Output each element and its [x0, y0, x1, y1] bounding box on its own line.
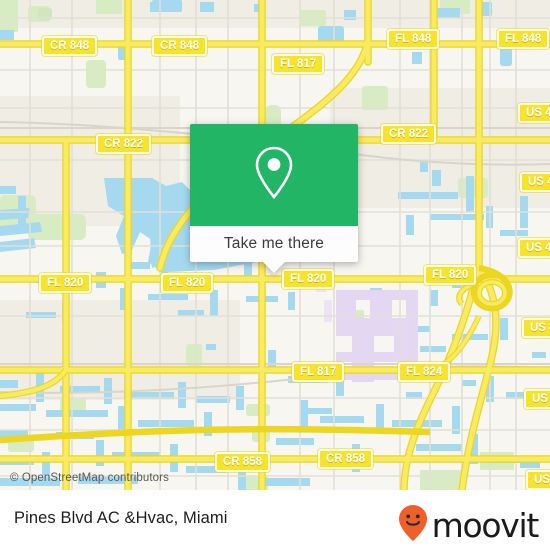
- take-me-there-label: Take me there: [223, 235, 325, 252]
- road-shield: CR 848: [42, 36, 97, 56]
- road-shield: CR 822: [381, 124, 436, 144]
- road-shield: US 441: [524, 389, 550, 409]
- road-shield: FL 848: [497, 29, 550, 49]
- road-shield: US 441: [520, 172, 550, 192]
- road-shield: FL 820: [161, 273, 214, 293]
- place-title: Pines Blvd AC &Hvac, Miami: [14, 509, 228, 527]
- location-popup-card[interactable]: Take me there: [190, 124, 358, 273]
- road-shield: FL 820: [282, 269, 335, 289]
- moovit-pin-smiley-icon: [398, 504, 428, 547]
- road-shield: FL 820: [424, 265, 477, 285]
- footer-bar: Pines Blvd AC &Hvac, Miami moovit: [0, 490, 550, 550]
- road-shield: US 441: [518, 103, 550, 123]
- road-shield: US 441: [522, 318, 550, 338]
- location-pin-icon: [251, 144, 297, 207]
- road-shield: FL 820: [39, 273, 92, 293]
- road-shield: US 441: [526, 470, 550, 490]
- road-shield: CR 848: [152, 36, 207, 56]
- moovit-map-screenshot: © OpenStreetMap contributors CR 848 CR 84…: [0, 0, 550, 550]
- map-attribution: © OpenStreetMap contributors: [10, 472, 169, 484]
- road-shield: CR 822: [96, 134, 151, 154]
- moovit-logo[interactable]: moovit: [398, 504, 540, 547]
- popup-action-bar[interactable]: Take me there: [190, 226, 358, 262]
- popup-image-panel: [190, 124, 358, 226]
- road-shield: CR 858: [215, 452, 270, 472]
- popup-pointer-tail: [263, 262, 285, 273]
- road-shield: FL 848: [387, 29, 440, 49]
- moovit-wordmark: moovit: [431, 506, 540, 545]
- road-shield: FL 824: [398, 362, 451, 382]
- road-shield: US 441: [518, 238, 550, 258]
- road-shield: FL 817: [292, 362, 345, 382]
- road-shield: CR 858: [318, 449, 373, 469]
- road-shield: FL 817: [272, 54, 325, 74]
